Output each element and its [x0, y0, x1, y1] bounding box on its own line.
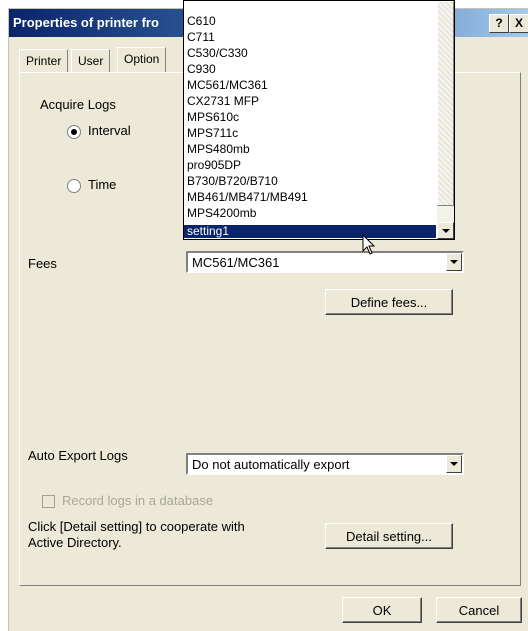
interval-label: Interval: [88, 123, 131, 138]
chevron-down-icon[interactable]: [446, 455, 462, 473]
scroll-down-icon[interactable]: [437, 222, 454, 239]
tab-option[interactable]: Option: [117, 47, 167, 72]
dropdown-item[interactable]: MC561/MC361: [187, 79, 268, 92]
dropdown-item[interactable]: pro905DP: [187, 159, 241, 172]
dropdown-item[interactable]: B730/B720/B710: [187, 175, 278, 188]
mouse-pointer-icon: [362, 234, 376, 255]
tab-user[interactable]: User: [71, 49, 111, 73]
dropdown-item-selected[interactable]: setting1: [184, 225, 436, 238]
scrollbar-thumb[interactable]: [437, 1, 454, 206]
time-label: Time: [88, 177, 117, 192]
chevron-down-icon[interactable]: [446, 253, 462, 271]
fees-select[interactable]: MC561/MC361: [186, 251, 464, 273]
dropdown-item[interactable]: CX2731 MFP: [187, 95, 259, 108]
cancel-button[interactable]: Cancel: [436, 597, 522, 623]
auto-export-label: Auto Export Logs: [28, 448, 128, 463]
time-radio[interactable]: [67, 179, 81, 193]
ok-button[interactable]: OK: [342, 597, 422, 623]
window-title: Properties of printer fro: [13, 15, 159, 30]
tab-printer[interactable]: Printer: [19, 49, 69, 73]
dropdown-item[interactable]: C711: [187, 31, 215, 44]
dropdown-item[interactable]: C610: [187, 15, 216, 28]
record-db-checkbox[interactable]: [42, 495, 55, 508]
detail-setting-button[interactable]: Detail setting...: [325, 523, 453, 549]
active-directory-text-line2: Active Directory.: [28, 535, 122, 550]
printer-model-dropdown-list[interactable]: C610 C711 C530/C330 C930 MC561/MC361 CX2…: [183, 0, 455, 240]
dropdown-item[interactable]: MPS610c: [187, 111, 239, 124]
dropdown-item[interactable]: C530/C330: [187, 47, 248, 60]
define-fees-button[interactable]: Define fees...: [325, 289, 453, 315]
close-button[interactable]: X: [509, 14, 528, 33]
record-db-label: Record logs in a database: [62, 493, 214, 508]
active-directory-text-line1: Click [Detail setting] to cooperate with: [28, 519, 245, 534]
dropdown-item[interactable]: MPS480mb: [187, 143, 250, 156]
help-button[interactable]: ?: [489, 14, 509, 33]
acquire-logs-label: Acquire Logs: [40, 97, 116, 112]
dropdown-item[interactable]: MB461/MB471/MB491: [187, 191, 308, 204]
dropdown-item[interactable]: MPS4200mb: [187, 207, 256, 220]
dropdown-item[interactable]: C930: [187, 63, 216, 76]
dropdown-item[interactable]: MPS711c: [187, 127, 238, 140]
fees-select-value: MC561/MC361: [192, 255, 280, 270]
fees-label: Fees: [28, 256, 57, 271]
auto-export-select[interactable]: Do not automatically export: [186, 453, 464, 475]
dropdown-scrollbar[interactable]: [437, 1, 454, 239]
auto-export-value: Do not automatically export: [192, 457, 350, 472]
interval-radio[interactable]: [67, 125, 81, 139]
